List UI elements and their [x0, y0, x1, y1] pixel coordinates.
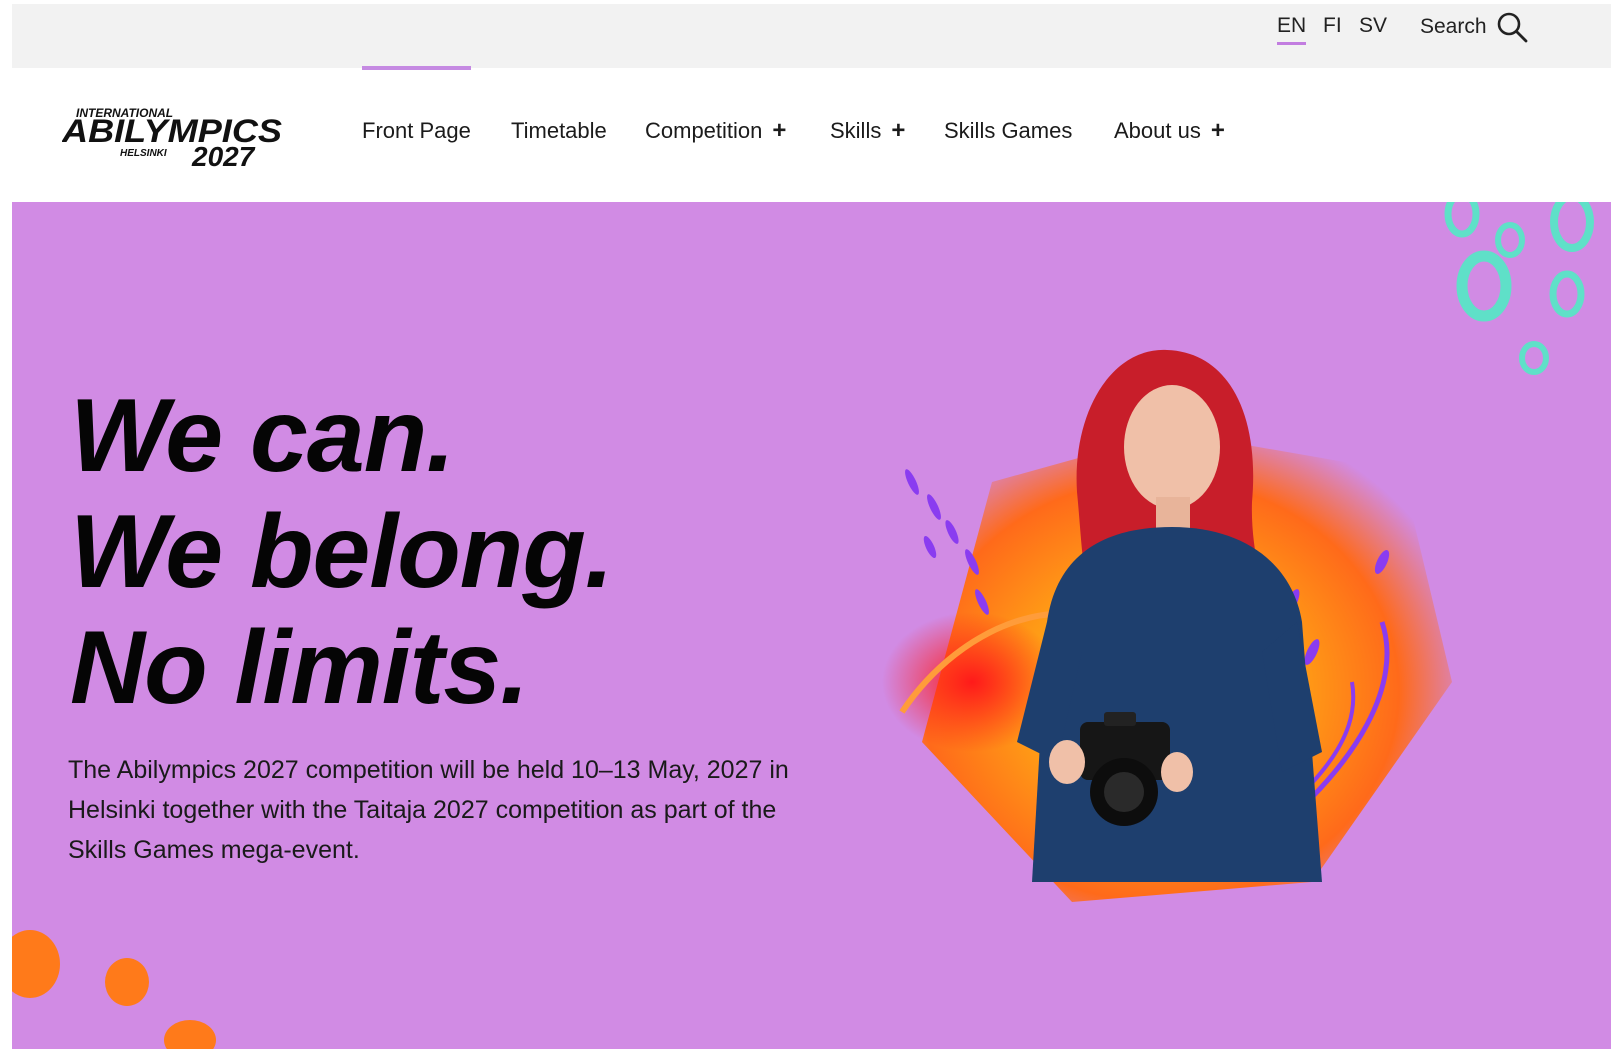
plus-icon[interactable]: +: [772, 119, 786, 143]
nav-timetable-label: Timetable: [511, 118, 607, 143]
decorative-orange-blobs: [12, 930, 216, 1049]
language-sv-link[interactable]: SV: [1359, 14, 1387, 42]
nav-front-page[interactable]: Front Page: [362, 66, 471, 144]
nav-timetable[interactable]: Timetable: [511, 118, 607, 144]
language-en-link[interactable]: EN: [1277, 14, 1307, 45]
hero-photo-person-with-camera: [882, 349, 1452, 902]
hero-heading-line: We belong.: [70, 494, 614, 610]
nav-about-us-label: About us: [1114, 118, 1201, 143]
logo-city: HELSINKI: [120, 148, 167, 159]
nav-front-page-label: Front Page: [362, 118, 471, 143]
plus-icon[interactable]: +: [891, 119, 905, 143]
nav-skills-label: Skills: [830, 118, 882, 143]
language-fi-link[interactable]: FI: [1323, 14, 1342, 42]
nav-skills-games-label: Skills Games: [944, 118, 1073, 143]
nav-competition[interactable]: Competition +: [645, 118, 786, 144]
hero-section: We can. We belong. No limits. The Abilym…: [12, 202, 1611, 1049]
plus-icon[interactable]: +: [1211, 119, 1225, 143]
nav-skills-games[interactable]: Skills Games: [944, 118, 1072, 144]
search-icon: [1497, 12, 1527, 43]
search-label: Search: [1420, 15, 1487, 38]
search-button[interactable]: Search: [1420, 10, 1529, 44]
page: EN FI SV Search INTERNATIONAL ABILYMPICS…: [12, 4, 1611, 1049]
nav-competition-label: Competition: [645, 118, 763, 143]
hero-description: The Abilympics 2027 competition will be …: [68, 756, 789, 864]
utility-bar: EN FI SV Search: [12, 4, 1611, 68]
nav-about-us[interactable]: About us +: [1114, 118, 1225, 144]
hero-heading: We can. We belong. No limits.: [70, 378, 614, 726]
abilympics-logo[interactable]: INTERNATIONAL ABILYMPICS HELSINKI 2027: [62, 104, 284, 170]
logo-year: 2027: [191, 141, 256, 170]
hero-heading-line: We can.: [70, 378, 455, 494]
nav-skills[interactable]: Skills +: [830, 118, 905, 144]
hero-heading-line: No limits.: [70, 610, 529, 726]
main-header: INTERNATIONAL ABILYMPICS HELSINKI 2027 F…: [12, 66, 1611, 202]
